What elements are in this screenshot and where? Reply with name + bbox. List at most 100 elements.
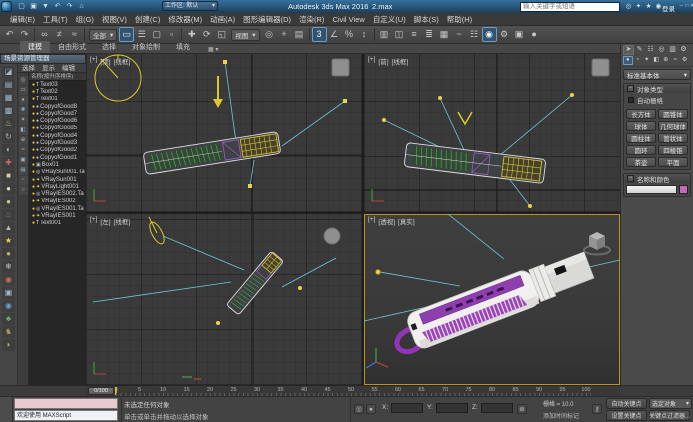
- filter-shapes-icon[interactable]: ✚: [19, 106, 28, 115]
- y-coordinate-field[interactable]: [436, 403, 468, 413]
- keyboard-override-icon[interactable]: ▤: [292, 27, 307, 42]
- menu-item[interactable]: 帮助(H): [443, 14, 476, 25]
- list-item[interactable]: ●✦VRayLight001: [29, 183, 86, 190]
- time-slider-track[interactable]: 0/100 0510152025303540455055606570758085…: [86, 385, 620, 396]
- communication-center-icon[interactable]: ✦: [634, 2, 643, 11]
- key-filters-button[interactable]: 关键点过滤器...: [649, 410, 690, 421]
- name-color-rollout-header[interactable]: − 名称和颜色: [624, 174, 690, 183]
- viewport-view-menu[interactable]: [顶]: [100, 56, 110, 66]
- selection-region-icon[interactable]: ▢: [149, 27, 164, 42]
- rendered-frame-icon[interactable]: ▣: [512, 27, 527, 42]
- list-item[interactable]: ●●CopyofGood3: [29, 139, 86, 146]
- filter-xrefs-icon[interactable]: ▤: [19, 166, 28, 175]
- primitive-button-长方体[interactable]: 长方体: [626, 109, 656, 119]
- menu-item[interactable]: 视图(V): [98, 14, 131, 25]
- list-item[interactable]: ●✦VRaySun001: [29, 176, 86, 183]
- mini-listener-handle[interactable]: [0, 397, 13, 422]
- viewport-perspective[interactable]: [+] [透视] [真实]: [364, 214, 620, 385]
- unlink-icon[interactable]: ≠: [52, 27, 67, 42]
- primitive-button-平面[interactable]: 平面: [658, 157, 688, 167]
- ball-icon[interactable]: ◉: [2, 300, 15, 312]
- spinner-snap-icon[interactable]: ↕: [357, 27, 372, 42]
- isolate-selection-icon[interactable]: ◎: [354, 404, 364, 414]
- mini-listener-line[interactable]: 欢迎使用 MAXScript: [14, 410, 118, 421]
- restore-icon[interactable]: □: [685, 2, 690, 11]
- select-link-icon[interactable]: ∞: [37, 27, 52, 42]
- visibility-bulb-icon[interactable]: ●: [32, 177, 35, 183]
- menu-item[interactable]: 图形编辑器(D): [239, 14, 295, 25]
- filter-lights-icon[interactable]: ✦: [19, 116, 28, 125]
- ellipse-primitive-icon[interactable]: ●: [2, 183, 15, 195]
- align-icon[interactable]: ≡: [407, 27, 422, 42]
- new-file-icon[interactable]: ▢: [16, 1, 27, 12]
- autogrid-checkbox[interactable]: [628, 97, 634, 103]
- material-editor-icon[interactable]: ◉: [482, 27, 497, 42]
- viewport-view-menu[interactable]: [透视]: [378, 216, 395, 226]
- workspace-dropdown[interactable]: 工作区: 默认 ▾: [162, 1, 218, 11]
- explorer-find-icon[interactable]: ◎: [19, 76, 28, 85]
- visibility-bulb-icon[interactable]: ●: [32, 206, 35, 212]
- explorer-selection-set-icon[interactable]: ▭: [19, 86, 28, 95]
- cat-lights[interactable]: ✦: [642, 56, 652, 65]
- tab-display[interactable]: ▥: [667, 45, 678, 55]
- list-item[interactable]: ●●CopyofGood5: [29, 125, 86, 132]
- cat-systems[interactable]: ⚙: [680, 56, 690, 65]
- viewport-plus-menu[interactable]: [+]: [368, 216, 375, 226]
- ribbon-tab-建模[interactable]: 建模: [20, 41, 50, 53]
- axis-cross-icon[interactable]: ✚: [2, 157, 15, 169]
- viewport-plus-menu[interactable]: [+]: [368, 56, 375, 66]
- menu-item[interactable]: 编辑(E): [6, 14, 39, 25]
- select-by-name-icon[interactable]: ☰: [134, 27, 149, 42]
- box-primitive-icon[interactable]: ■: [2, 170, 15, 182]
- filter-bones-icon[interactable]: ~: [19, 176, 28, 185]
- set-key-button[interactable]: 设置关键点: [606, 410, 647, 421]
- sphere-primitive-icon[interactable]: ●: [2, 196, 15, 208]
- pan-hand-icon[interactable]: ↻: [2, 131, 15, 143]
- curve-editor-icon[interactable]: ~: [452, 27, 467, 42]
- menu-item[interactable]: 动画(A): [206, 14, 239, 25]
- mirror-icon[interactable]: ◫: [392, 27, 407, 42]
- viewport-shading-menu[interactable]: [线框]: [114, 56, 131, 66]
- snaps-toggle-icon[interactable]: 3: [312, 27, 327, 42]
- circle-primitive-icon[interactable]: ●: [2, 248, 15, 260]
- use-center-icon[interactable]: ◎: [262, 27, 277, 42]
- keyboard-icon[interactable]: ▩: [2, 105, 15, 117]
- viewport-front[interactable]: [+] [前] [线框]: [364, 54, 620, 212]
- visibility-bulb-icon[interactable]: ●: [32, 220, 35, 226]
- viewport-shading-menu[interactable]: [真实]: [398, 216, 415, 226]
- bird-icon[interactable]: ♞: [2, 326, 15, 338]
- select-object-icon[interactable]: ▭: [119, 27, 134, 42]
- list-item[interactable]: ●◎VRayIES001.Ta: [29, 205, 86, 212]
- menu-item[interactable]: Civil View: [328, 15, 368, 24]
- menu-item[interactable]: 修改器(M): [164, 14, 206, 25]
- rollout-collapse-icon[interactable]: −: [627, 175, 634, 182]
- undo-icon[interactable]: ↶: [52, 1, 63, 12]
- filter-geometry-icon[interactable]: ●: [19, 96, 28, 105]
- schematic-view-icon[interactable]: ☷: [467, 27, 482, 42]
- tab-motion[interactable]: ◎: [656, 45, 667, 55]
- list-item[interactable]: ●TText03: [29, 81, 86, 88]
- menu-item[interactable]: 渲染(R): [295, 14, 328, 25]
- ref-coord-dropdown[interactable]: 视图▾: [231, 29, 259, 41]
- render-icon[interactable]: ●: [527, 27, 542, 42]
- explorer-column-header[interactable]: 名称(按升序排序): [29, 73, 86, 81]
- render-setup-icon[interactable]: ⚙: [497, 27, 512, 42]
- named-sets-icon[interactable]: ▥: [377, 27, 392, 42]
- explorer-menu-编辑[interactable]: 编辑: [62, 64, 75, 72]
- percent-snap-icon[interactable]: %: [342, 27, 357, 42]
- ribbon-toggle-icon[interactable]: ▦: [437, 27, 452, 42]
- max-logo[interactable]: [1, 1, 12, 12]
- monitor-icon[interactable]: ▤: [2, 79, 15, 91]
- set-keys-icon[interactable]: ⚷: [592, 404, 602, 414]
- ribbon-tab-自由形式[interactable]: 自由形式: [50, 41, 94, 53]
- visibility-bulb-icon[interactable]: ●: [32, 169, 35, 175]
- tab-hierarchy[interactable]: ☷: [645, 45, 656, 55]
- undo-icon[interactable]: ↶: [2, 27, 17, 42]
- visibility-bulb-icon[interactable]: ●: [32, 147, 35, 153]
- primitive-button-管状体[interactable]: 管状体: [658, 133, 688, 143]
- z-coordinate-field[interactable]: [481, 403, 513, 413]
- visibility-bulb-icon[interactable]: ●: [32, 111, 35, 117]
- viewport-plus-menu[interactable]: [+]: [90, 56, 97, 66]
- save-file-icon[interactable]: ▼: [40, 1, 51, 12]
- menu-item[interactable]: 脚本(S): [410, 14, 443, 25]
